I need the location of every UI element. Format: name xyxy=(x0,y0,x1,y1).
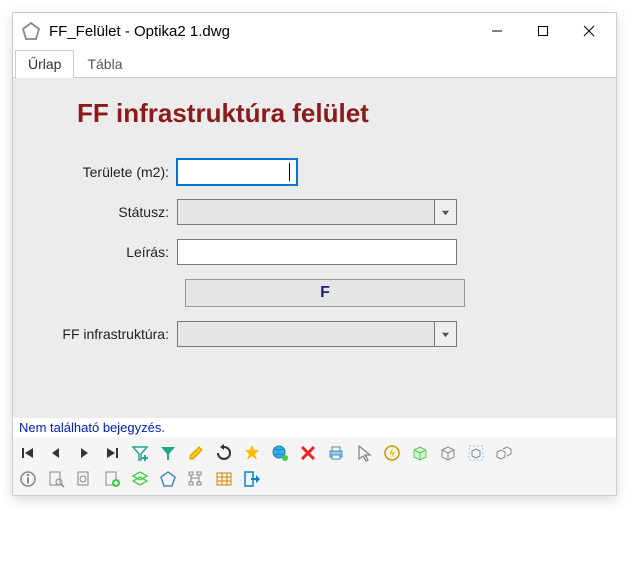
exit-icon[interactable] xyxy=(241,468,263,490)
tab-bar: Űrlap Tábla xyxy=(13,49,616,78)
table-icon[interactable] xyxy=(213,468,235,490)
last-record-icon[interactable] xyxy=(101,442,123,464)
doc-search-icon[interactable] xyxy=(45,468,67,490)
tab-table[interactable]: Tábla xyxy=(74,50,135,78)
cube-select-icon[interactable] xyxy=(465,442,487,464)
chevron-down-icon xyxy=(434,200,456,224)
text-caret xyxy=(289,163,290,181)
input-desc[interactable] xyxy=(177,239,457,265)
edit-icon[interactable] xyxy=(185,442,207,464)
close-button[interactable] xyxy=(566,16,612,46)
filter-add-icon[interactable] xyxy=(129,442,151,464)
cube-outline-icon[interactable] xyxy=(437,442,459,464)
pointer-icon[interactable] xyxy=(353,442,375,464)
toolbar-row-2 xyxy=(17,466,612,492)
tab-form[interactable]: Űrlap xyxy=(15,50,74,78)
row-area: Területe (m2): xyxy=(37,159,592,185)
globe-icon[interactable] xyxy=(269,442,291,464)
prev-record-icon[interactable] xyxy=(45,442,67,464)
flash-icon[interactable] xyxy=(381,442,403,464)
window-controls xyxy=(474,16,612,46)
toolbar-row-1 xyxy=(17,440,612,466)
filter-icon[interactable] xyxy=(157,442,179,464)
label-desc: Leírás: xyxy=(37,244,177,260)
doc-add-icon[interactable] xyxy=(101,468,123,490)
delete-icon[interactable] xyxy=(297,442,319,464)
select-infra[interactable] xyxy=(177,321,457,347)
refresh-icon[interactable] xyxy=(213,442,235,464)
first-record-icon[interactable] xyxy=(17,442,39,464)
toolbar xyxy=(13,437,616,495)
tree-icon[interactable] xyxy=(185,468,207,490)
pentagon-icon xyxy=(21,21,41,41)
row-status: Státusz: xyxy=(37,199,592,225)
print-icon[interactable] xyxy=(325,442,347,464)
label-area: Területe (m2): xyxy=(37,164,177,180)
row-desc: Leírás: xyxy=(37,239,592,265)
label-status: Státusz: xyxy=(37,204,177,220)
f-button[interactable]: F xyxy=(185,279,465,307)
input-area[interactable] xyxy=(177,159,297,185)
window: FF_Felület - Optika2 1.dwg Űrlap Tábla F… xyxy=(12,12,617,496)
minimize-button[interactable] xyxy=(474,16,520,46)
doc-camera-icon[interactable] xyxy=(73,468,95,490)
cube-green-icon[interactable] xyxy=(409,442,431,464)
form-heading: FF infrastruktúra felület xyxy=(77,98,592,129)
cubes-icon[interactable] xyxy=(493,442,515,464)
row-infra: FF infrastruktúra: xyxy=(37,321,592,347)
layers-icon[interactable] xyxy=(129,468,151,490)
maximize-button[interactable] xyxy=(520,16,566,46)
select-status[interactable] xyxy=(177,199,457,225)
form-panel: FF infrastruktúra felület Területe (m2):… xyxy=(13,78,616,418)
chevron-down-icon xyxy=(434,322,456,346)
info-icon[interactable] xyxy=(17,468,39,490)
new-icon[interactable] xyxy=(241,442,263,464)
pentagon-tool-icon[interactable] xyxy=(157,468,179,490)
titlebar: FF_Felület - Optika2 1.dwg xyxy=(13,13,616,49)
window-title: FF_Felület - Optika2 1.dwg xyxy=(49,23,474,40)
label-infra: FF infrastruktúra: xyxy=(37,326,177,342)
status-text: Nem található bejegyzés. xyxy=(13,418,616,437)
next-record-icon[interactable] xyxy=(73,442,95,464)
